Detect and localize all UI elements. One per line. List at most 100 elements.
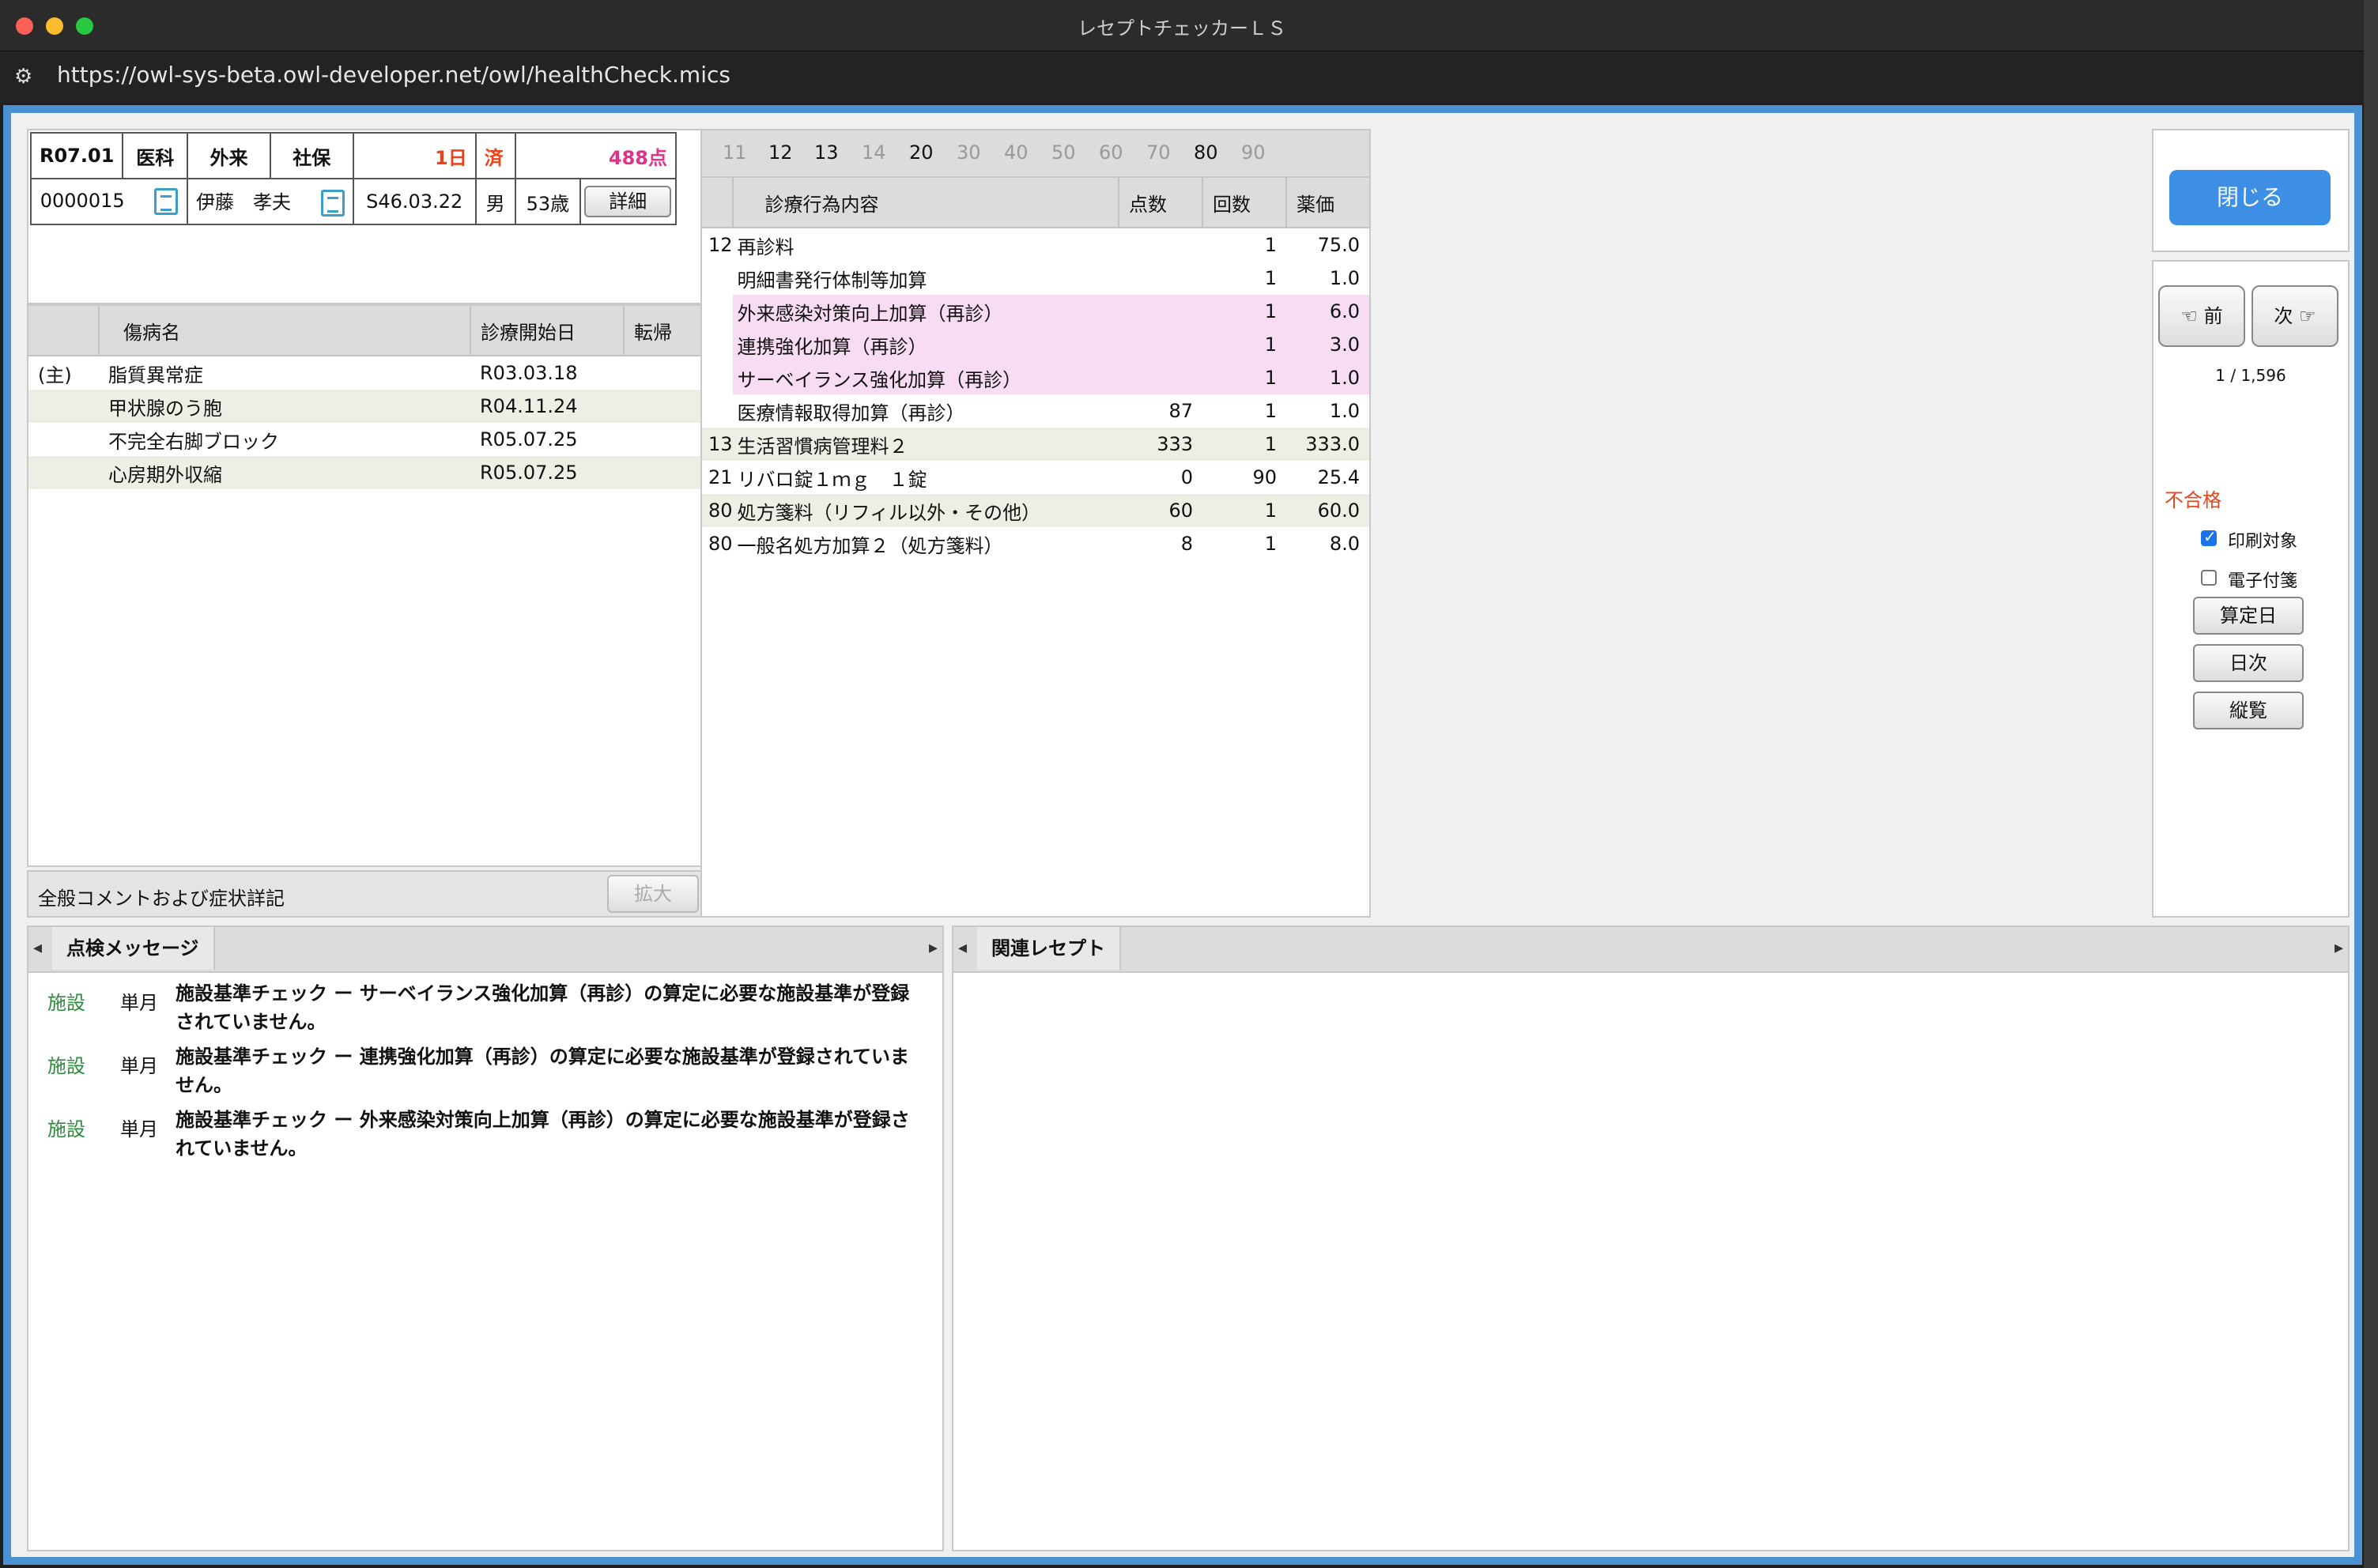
procedure-row[interactable]: 12 再診料 1 75.0 [702, 228, 1369, 262]
disease-panel: 傷病名 診療開始日 転帰 (主) 脂質異常症 R03.03.18 甲状腺のう胞 R04.… [27, 304, 704, 867]
message-text-cont[interactable]: せん。 [176, 1069, 232, 1097]
daily-button[interactable]: 日次 [2193, 644, 2304, 682]
procedure-price: 60.0 [1286, 494, 1369, 527]
procedure-price: 25.4 [1317, 466, 1360, 488]
print-target-checkbox[interactable] [2201, 527, 2217, 546]
related-scroll-right-icon[interactable]: ▸ [2335, 938, 2343, 958]
procedure-row[interactable]: 連携強化加算（再診） 1 3.0 [702, 328, 1369, 361]
e-attach-checkbox[interactable] [2201, 570, 2217, 586]
disease-row[interactable]: 不完全右脚ブロック R05.07.25 [28, 423, 702, 456]
detail-button[interactable]: 詳細 [584, 186, 672, 217]
procedure-price: 75.0 [1317, 234, 1360, 256]
detail-button-cell: 詳細 [579, 178, 677, 225]
procedure-count: 1 [1202, 328, 1286, 361]
tab-scroll-left-icon[interactable]: ◂ [33, 938, 42, 958]
disease-flag [28, 456, 99, 489]
tab-scroll-right-icon[interactable]: ▸ [929, 938, 938, 958]
print-target-label: 印刷対象 [2228, 532, 2298, 552]
patient-sex: 男 [474, 178, 516, 225]
pager-text: 1 / 1,596 [2215, 366, 2286, 385]
disease-name-header[interactable]: 傷病名 [99, 306, 471, 356]
site-settings-icon[interactable]: ⚙ [14, 65, 38, 89]
tab-related-receipts[interactable]: 関連レセプト [977, 927, 1121, 970]
patient-id-document-icon[interactable] [154, 188, 179, 215]
message-period: 単月 [120, 992, 158, 1014]
close-panel: 閉じる [2152, 129, 2350, 252]
procedure-count-header[interactable]: 回数 [1202, 178, 1287, 228]
tab-check-messages[interactable]: 点検メッセージ [52, 927, 215, 970]
code-tab-70[interactable]: 70 [1146, 141, 1171, 164]
procedure-row[interactable]: サーベイランス強化加算（再診） 1 1.0 [702, 361, 1369, 394]
procedure-points-header[interactable]: 点数 [1119, 178, 1203, 228]
procedure-row[interactable]: 80 処方箋料（リフィル以外・その他） 60 1 60.0 [702, 494, 1369, 527]
next-button[interactable]: 次 ☞ [2252, 285, 2338, 347]
procedure-row[interactable]: 13 生活習慣病管理料２ 333 1 333.0 [702, 428, 1369, 461]
message-text-cont[interactable]: されていません。 [176, 1006, 327, 1034]
procedure-content: 外来感染対策向上加算（再診） [732, 295, 1119, 328]
disease-flag [28, 390, 99, 423]
close-button[interactable]: 閉じる [2169, 170, 2331, 225]
code-tab-90[interactable]: 90 [1241, 141, 1266, 164]
message-category: 施設 [47, 1118, 85, 1140]
calc-day-button[interactable]: 算定日 [2193, 597, 2304, 635]
procedure-code: 21 [708, 466, 733, 488]
code-tab-40[interactable]: 40 [1004, 141, 1029, 164]
code-tab-30[interactable]: 30 [957, 141, 981, 164]
disease-name: 脂質異常症 [108, 364, 203, 386]
procedure-code [702, 328, 733, 361]
message-category: 施設 [47, 992, 85, 1014]
disease-outcome-header[interactable]: 転帰 [624, 306, 702, 356]
prev-button[interactable]: ☜ 前 [2158, 285, 2245, 347]
procedure-content: 一般名処方加算２（処方箋料） [737, 534, 1003, 557]
procedure-points [1119, 361, 1202, 394]
related-scroll-left-icon[interactable]: ◂ [958, 938, 967, 958]
disease-row[interactable]: 甲状腺のう胞 R04.11.24 [28, 390, 702, 423]
message-period: 単月 [120, 1118, 158, 1140]
code-tab-60[interactable]: 60 [1099, 141, 1123, 164]
procedure-count: 1 [1202, 361, 1286, 394]
vertical-view-button[interactable]: 縦覧 [2193, 692, 2304, 729]
procedure-count: 1 [1264, 400, 1277, 422]
message-text-cont[interactable]: れていません。 [176, 1133, 308, 1160]
procedure-panel: 11 12 13 14 20 30 40 50 60 70 80 90 診療行為内容 点数 回数 薬価… [700, 129, 1371, 918]
navigation-panel: ☜ 前 次 ☞ 1 / 1,596 不合格 印刷対象 電子付箋 算定日 日次 縦… [2152, 260, 2350, 918]
procedure-row[interactable]: 医療情報取得加算（再診） 87 1 1.0 [702, 394, 1369, 428]
status-badge: 済 [474, 132, 516, 179]
disease-outcome [624, 390, 702, 423]
procedure-content: サーベイランス強化加算（再診） [732, 361, 1119, 394]
procedure-row[interactable]: 外来感染対策向上加算（再診） 1 6.0 [702, 295, 1369, 328]
procedure-content: 連携強化加算（再診） [732, 328, 1119, 361]
procedure-count: 90 [1252, 466, 1277, 488]
code-tab-20[interactable]: 20 [909, 141, 934, 164]
disease-start-header[interactable]: 診療開始日 [470, 306, 625, 356]
code-tab-14[interactable]: 14 [862, 141, 886, 164]
procedure-points [1119, 328, 1202, 361]
code-tab-50[interactable]: 50 [1051, 141, 1076, 164]
disease-row[interactable]: (主) 脂質異常症 R03.03.18 [28, 356, 702, 390]
message-text[interactable]: 施設基準チェック ー サーベイランス強化加算（再診）の算定に必要な施設基準が登録 [176, 978, 909, 1005]
patient-name-document-icon[interactable] [320, 190, 345, 217]
code-tab-80[interactable]: 80 [1194, 141, 1218, 164]
patient-name: 伊藤 孝夫 [196, 191, 292, 213]
message-text[interactable]: 施設基準チェック ー 外来感染対策向上加算（再診）の算定に必要な施設基準が登録さ [176, 1104, 910, 1132]
messages-tab-bar: ◂ 点検メッセージ ▸ [28, 927, 942, 973]
procedure-points: 8 [1180, 533, 1193, 555]
procedure-content: リバロ錠１ｍｇ １錠 [737, 468, 927, 491]
code-tab-13[interactable]: 13 [814, 141, 839, 164]
code-tabs-bar: 11 12 13 14 20 30 40 50 60 70 80 90 [702, 130, 1369, 178]
disease-row[interactable]: 心房期外収縮 R05.07.25 [28, 456, 702, 489]
procedure-row[interactable]: 明細書発行体制等加算 1 1.0 [702, 262, 1369, 295]
procedure-code: 80 [708, 533, 733, 555]
expand-button[interactable]: 拡大 [607, 875, 699, 913]
message-text[interactable]: 施設基準チェック ー 連携強化加算（再診）の算定に必要な施設基準が登録されていま [176, 1041, 909, 1069]
procedure-price-header[interactable]: 薬価 [1286, 178, 1369, 228]
comment-label: 全般コメントおよび症状詳記 [38, 888, 285, 910]
procedure-content-header[interactable]: 診療行為内容 [732, 178, 1120, 228]
code-tab-11[interactable]: 11 [723, 141, 747, 164]
code-tab-12[interactable]: 12 [768, 141, 793, 164]
procedure-row[interactable]: 21 リバロ錠１ｍｇ １錠 0 90 25.4 [702, 461, 1369, 494]
url-text[interactable]: https://owl-sys-beta.owl-developer.net/o… [57, 62, 730, 88]
procedure-points: 0 [1180, 466, 1193, 488]
patient-id-cell: 0000015 [29, 178, 189, 225]
procedure-row[interactable]: 80 一般名処方加算２（処方箋料） 8 1 8.0 [702, 527, 1369, 560]
